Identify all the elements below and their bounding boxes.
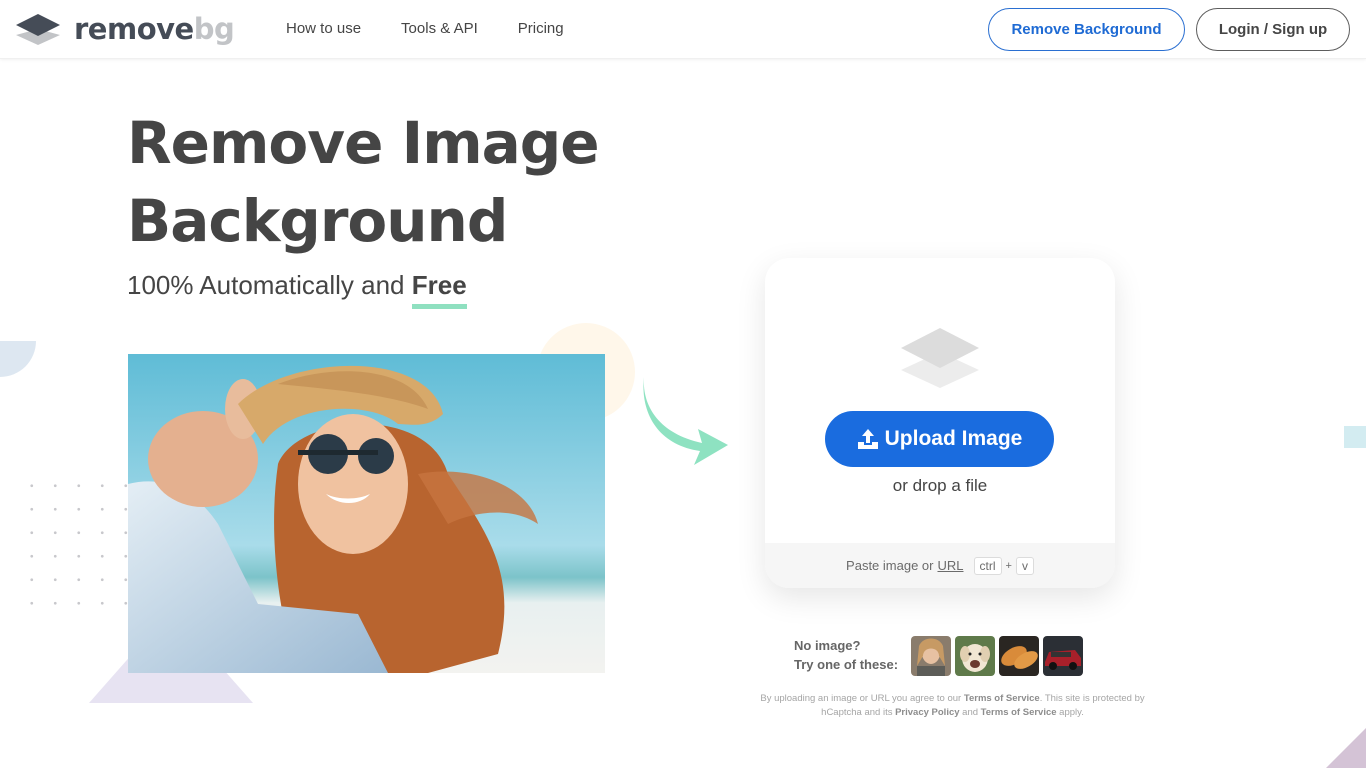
title-line-1: Remove Image xyxy=(127,109,600,177)
logo-text: removebg xyxy=(74,12,235,46)
sample-images xyxy=(911,636,1083,676)
page-title: Remove Image Background xyxy=(127,104,600,260)
upload-dropzone[interactable]: Upload Image or drop a file Paste image … xyxy=(765,258,1115,588)
decor-semicircle xyxy=(0,341,36,377)
legal-text-3: and xyxy=(959,707,981,718)
decor-square xyxy=(1344,426,1366,448)
curved-arrow-icon xyxy=(643,377,728,465)
decor-dot-grid xyxy=(20,474,130,624)
paste-hint-bar: Paste image or URL ctrl + v xyxy=(765,543,1115,588)
sample-bread[interactable] xyxy=(999,636,1039,676)
privacy-policy-link[interactable]: Privacy Policy xyxy=(895,707,959,718)
upload-image-button[interactable]: Upload Image xyxy=(825,411,1054,467)
sample-car[interactable] xyxy=(1043,636,1083,676)
layers-icon xyxy=(901,328,979,388)
no-image-text: No image? xyxy=(794,638,861,653)
title-line-2: Background xyxy=(127,187,508,255)
drop-file-hint: or drop a file xyxy=(892,476,988,495)
top-navbar: removebg How to use Tools & API Pricing … xyxy=(0,0,1366,59)
url-link[interactable]: URL xyxy=(937,558,963,573)
logo-layers-icon xyxy=(16,14,60,45)
subtitle-highlight: Free xyxy=(411,270,467,309)
hcaptcha-terms-link[interactable]: Terms of Service xyxy=(981,707,1057,718)
nav-pricing[interactable]: Pricing xyxy=(518,20,564,37)
nav-tools-api[interactable]: Tools & API xyxy=(401,20,478,37)
sample-woman[interactable] xyxy=(911,636,951,676)
try-these-text: Try one of these: xyxy=(794,657,899,672)
logo-link[interactable]: removebg xyxy=(16,12,235,46)
sample-dog[interactable] xyxy=(955,636,995,676)
upload-button-label: Upload Image xyxy=(884,427,1023,450)
legal-text-1: By uploading an image or URL you agree t… xyxy=(760,693,964,704)
kbd-v: v xyxy=(1015,556,1034,575)
legal-text-4: apply. xyxy=(1056,707,1084,718)
login-signup-button[interactable]: Login / Sign up xyxy=(1196,8,1350,51)
paste-text: Paste image or xyxy=(846,558,934,573)
kbd-ctrl: ctrl xyxy=(973,556,1002,575)
hero-example-image xyxy=(128,354,605,673)
kbd-plus: + xyxy=(1005,559,1012,572)
main-nav: How to use Tools & API Pricing xyxy=(286,20,604,37)
hero-subtitle: 100% Automatically and Free xyxy=(127,270,467,309)
terms-of-service-link[interactable]: Terms of Service xyxy=(964,693,1040,704)
subtitle-text: 100% Automatically and xyxy=(127,270,412,300)
upload-icon xyxy=(857,429,878,449)
legal-notice: By uploading an image or URL you agree t… xyxy=(740,692,1165,720)
decor-corner-triangle xyxy=(1326,728,1366,768)
sample-images-label: No image? Try one of these: xyxy=(794,636,898,674)
nav-how-to-use[interactable]: How to use xyxy=(286,20,361,37)
remove-background-button[interactable]: Remove Background xyxy=(988,8,1185,51)
